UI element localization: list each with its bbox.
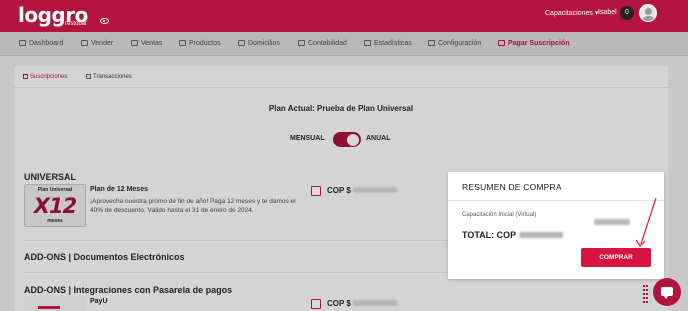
main-nav: Dashboard Vender Ventas Productos Domici… bbox=[0, 32, 688, 56]
addons-docs-title: ADD-ONS | Documentos Electrónicos bbox=[24, 252, 185, 262]
nav-domicilios[interactable]: Domicilios bbox=[238, 40, 280, 47]
user-name[interactable]: Isabel bbox=[598, 9, 617, 16]
subtabs: Suscripciones Transacciones bbox=[14, 66, 668, 88]
toggle-label-anual: ANUAL bbox=[366, 135, 391, 142]
summary-title: RESUMEN DE COMPRA bbox=[462, 182, 562, 192]
nav-productos[interactable]: Productos bbox=[179, 40, 221, 47]
box-icon bbox=[179, 40, 186, 46]
chat-button[interactable] bbox=[653, 278, 681, 306]
hidden-total bbox=[518, 232, 563, 238]
card-icon bbox=[23, 74, 28, 79]
nav-pagar-suscripcion[interactable]: Pagar Suscripción bbox=[498, 40, 569, 47]
top-header: loggro restobar Capacitaciones ▾ Isabel … bbox=[0, 0, 688, 32]
eye-icon[interactable] bbox=[100, 18, 109, 24]
billing-toggle-row: MENSUAL ANUAL bbox=[14, 132, 668, 148]
nav-contabilidad[interactable]: Contabilidad bbox=[298, 40, 347, 47]
tab-suscripciones[interactable]: Suscripciones bbox=[23, 74, 67, 80]
dashboard-icon bbox=[19, 40, 26, 46]
drag-handle[interactable] bbox=[643, 285, 649, 303]
summary-total: TOTAL: COP bbox=[462, 230, 563, 240]
plan-description: ¡Aprovecha nuestra promo de fin de año! … bbox=[90, 198, 296, 214]
bike-icon bbox=[238, 40, 245, 46]
building-icon bbox=[298, 40, 305, 46]
payu-logo-bar bbox=[38, 306, 60, 309]
chart-icon bbox=[364, 40, 371, 46]
promo-image-top: Plan Universal bbox=[37, 187, 73, 193]
gear-icon bbox=[428, 40, 435, 46]
plan-checkbox[interactable] bbox=[311, 186, 321, 196]
list-icon bbox=[86, 74, 91, 79]
tag-icon bbox=[131, 40, 138, 46]
plan-name: Plan de 12 Meses bbox=[90, 186, 148, 193]
universal-section-title: UNIVERSAL bbox=[24, 172, 77, 182]
tab-transacciones[interactable]: Transacciones bbox=[86, 74, 132, 80]
hidden-price bbox=[353, 300, 398, 306]
summary-divider bbox=[448, 200, 664, 201]
payu-image bbox=[24, 296, 86, 311]
logo-subtitle: restobar bbox=[65, 21, 88, 27]
purchase-summary-panel: RESUMEN DE COMPRA Capacitación Inicial (… bbox=[448, 172, 664, 279]
hidden-price bbox=[353, 187, 398, 193]
promo-image-big: X12 bbox=[33, 194, 77, 218]
avatar[interactable] bbox=[639, 4, 657, 22]
card-icon bbox=[498, 40, 505, 46]
summary-item-label: Capacitación Inicial (Virtual) bbox=[462, 212, 537, 218]
tag-icon bbox=[81, 40, 88, 46]
promo-image-bottom: meses bbox=[47, 218, 63, 224]
billing-period-toggle[interactable] bbox=[333, 132, 361, 147]
plan-price: COP $ bbox=[327, 186, 398, 195]
nav-ventas[interactable]: Ventas bbox=[131, 40, 162, 47]
nav-dashboard[interactable]: Dashboard bbox=[19, 40, 63, 47]
plan-promo-image: Plan Universal X12 meses bbox=[24, 184, 86, 227]
notifications-badge[interactable]: 0 bbox=[620, 6, 634, 20]
capacitaciones-menu[interactable]: Capacitaciones ▾ bbox=[545, 9, 598, 17]
payu-checkbox[interactable] bbox=[311, 299, 321, 309]
comprar-button[interactable]: COMPRAR bbox=[581, 248, 651, 267]
payu-price: COP $ bbox=[327, 299, 398, 308]
current-plan-title: Plan Actual: Prueba de Plan Universal bbox=[268, 104, 414, 113]
summary-item-value bbox=[594, 212, 630, 230]
toggle-knob bbox=[347, 133, 359, 146]
nav-estadisticas[interactable]: Estadísticas bbox=[364, 40, 412, 47]
hidden-amount bbox=[594, 219, 630, 225]
payu-name: PayU bbox=[90, 298, 108, 305]
nav-configuracion[interactable]: Configuración bbox=[428, 40, 481, 47]
nav-vender[interactable]: Vender bbox=[81, 40, 113, 47]
addons-pay-title: ADD-ONS | Integraciones con Pasarela de … bbox=[24, 285, 233, 295]
toggle-label-mensual: MENSUAL bbox=[290, 135, 325, 142]
